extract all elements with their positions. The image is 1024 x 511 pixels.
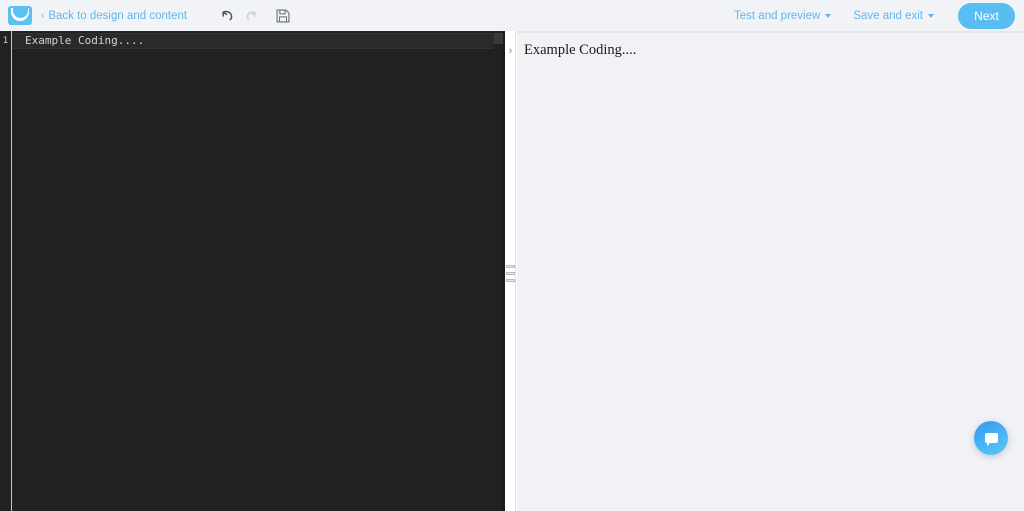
workspace: 1 Example Coding.... › Example Coding...… — [0, 31, 1024, 511]
top-toolbar: ‹ Back to design and content Test and pr… — [0, 0, 1024, 31]
envelope-icon — [9, 7, 31, 24]
chevron-down-icon — [825, 13, 832, 18]
gutter-separator — [11, 31, 12, 511]
back-to-design-and-content-link[interactable]: ‹ Back to design and content — [41, 10, 187, 22]
save-and-exit-label: Save and exit — [853, 9, 923, 22]
chevron-left-icon: ‹ — [41, 9, 45, 21]
drag-handle-dash — [506, 272, 515, 275]
preview-pane: Example Coding.... — [517, 31, 1024, 511]
speech-bubble-icon — [984, 433, 998, 446]
preview-top-border — [517, 31, 1024, 33]
preview-content-text: Example Coding.... — [524, 42, 637, 58]
line-number: 1 — [2, 36, 9, 46]
drag-handle-icon[interactable] — [506, 265, 515, 282]
floppy-disk-icon — [276, 8, 290, 23]
history-controls — [214, 3, 295, 28]
pane-splitter[interactable]: › — [505, 31, 516, 511]
back-link-label: Back to design and content — [48, 9, 188, 22]
chevron-right-icon[interactable]: › — [505, 43, 516, 59]
editor-gutter: 1 — [0, 31, 11, 511]
code-line-1[interactable]: Example Coding.... — [25, 34, 144, 48]
top-right-actions: Test and preview Save and exit Next — [723, 2, 1024, 29]
save-button[interactable] — [270, 3, 295, 28]
code-editor-pane[interactable]: 1 Example Coding.... — [0, 31, 505, 511]
redo-arrow-icon — [246, 11, 256, 21]
drag-handle-dash — [506, 265, 515, 268]
chevron-down-icon — [928, 13, 934, 18]
save-and-exit-menu[interactable]: Save and exit — [842, 10, 945, 22]
chat-support-button[interactable] — [974, 421, 1008, 455]
test-and-preview-label: Test and preview — [734, 9, 821, 22]
undo-arrow-icon — [222, 10, 233, 21]
redo-button[interactable] — [239, 3, 264, 28]
undo-button[interactable] — [214, 3, 239, 28]
next-button[interactable]: Next — [958, 2, 1015, 29]
drag-handle-dash — [506, 279, 515, 282]
test-and-preview-menu[interactable]: Test and preview — [723, 10, 842, 22]
